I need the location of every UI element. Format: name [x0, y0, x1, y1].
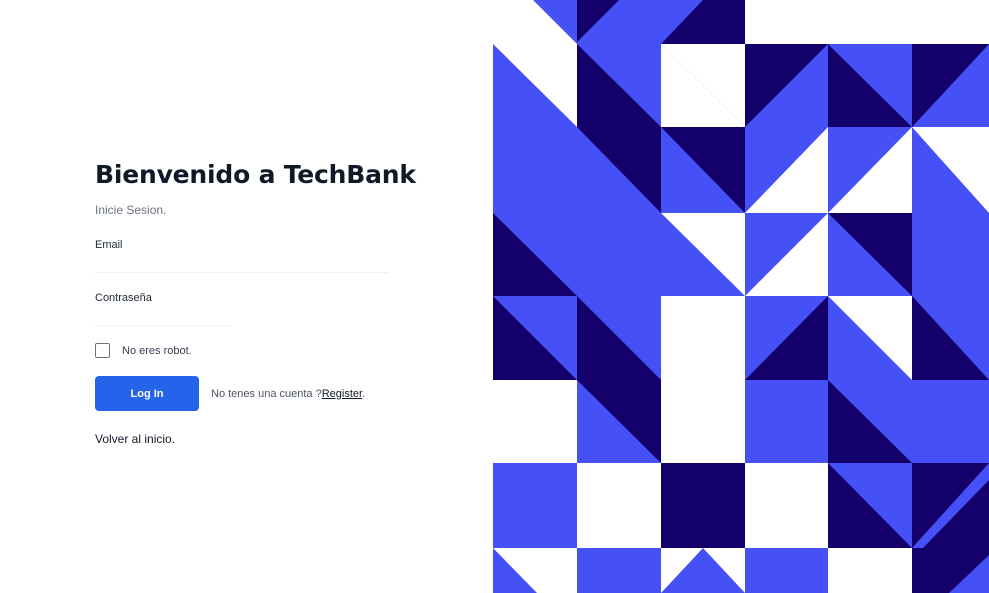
password-label: Contraseña	[95, 292, 152, 304]
action-row: Log In No tenes una cuenta ?Register.	[95, 376, 390, 411]
geometric-pattern-image	[493, 0, 989, 593]
register-suffix: .	[362, 387, 366, 400]
page-title: Bienvenido a TechBank	[95, 160, 416, 189]
login-button[interactable]: Log In	[95, 376, 199, 411]
register-prompt: No tenes una cuenta ?	[211, 387, 322, 400]
register-text: No tenes una cuenta ?Register.	[211, 388, 365, 400]
page-subtitle: Inicie Sesion.	[95, 203, 167, 217]
register-link[interactable]: Register	[322, 388, 362, 400]
captcha-label: No eres robot.	[122, 344, 192, 357]
decorative-pattern	[493, 0, 989, 593]
back-home-link[interactable]: Volver al inicio.	[95, 432, 175, 446]
password-field[interactable]	[95, 306, 232, 326]
captcha-row: No eres robot.	[95, 343, 390, 358]
login-panel: Bienvenido a TechBank Inicie Sesion. Ema…	[0, 0, 493, 593]
login-form: Bienvenido a TechBank Inicie Sesion. Ema…	[95, 160, 416, 448]
captcha-checkbox[interactable]	[95, 343, 110, 358]
login-page: Bienvenido a TechBank Inicie Sesion. Ema…	[0, 0, 989, 593]
email-field[interactable]	[95, 253, 388, 273]
email-label: Email	[95, 239, 123, 251]
